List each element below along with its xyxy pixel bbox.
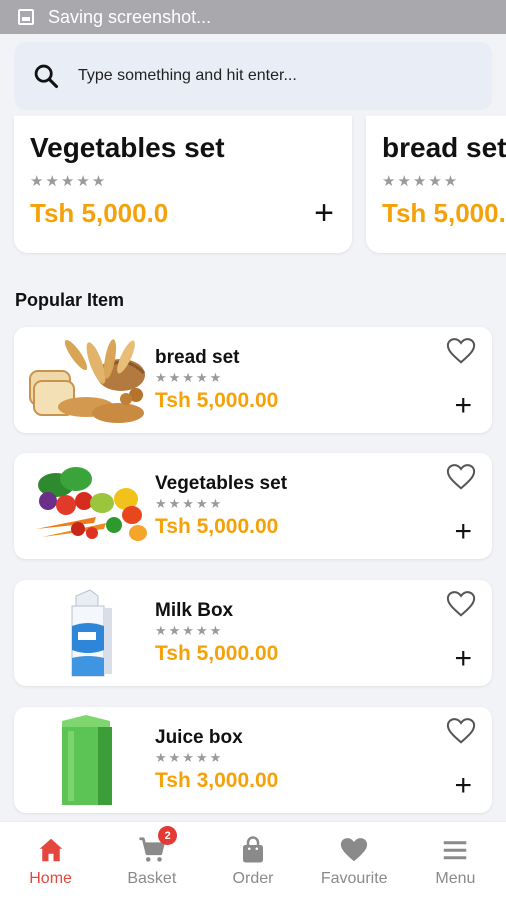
rating-stars: ★★★★★ bbox=[30, 173, 108, 190]
search-bar[interactable] bbox=[14, 42, 492, 110]
featured-carousel[interactable]: Vegetables set ★★★★★ Tsh 5,000.0 + bread… bbox=[0, 116, 506, 256]
bag-icon bbox=[243, 836, 263, 863]
add-to-cart-button[interactable]: + bbox=[454, 391, 472, 421]
home-icon bbox=[39, 838, 62, 862]
list-item[interactable]: Vegetables set ★★★★★ Tsh 5,000.00 + bbox=[14, 453, 492, 559]
add-to-cart-button[interactable]: + bbox=[454, 517, 472, 547]
menu-icon bbox=[444, 841, 467, 860]
add-to-cart-button[interactable]: + bbox=[454, 771, 472, 801]
search-input[interactable] bbox=[78, 67, 458, 85]
item-price: Tsh 3,000.00 bbox=[155, 769, 279, 792]
featured-card[interactable]: Vegetables set ★★★★★ Tsh 5,000.0 + bbox=[14, 116, 352, 253]
item-name: Juice box bbox=[155, 727, 243, 748]
list-item[interactable]: Milk Box ★★★★★ Tsh 5,000.00 + bbox=[14, 580, 492, 686]
item-price: Tsh 5,000.00 bbox=[155, 515, 279, 538]
rating-stars: ★★★★★ bbox=[155, 750, 224, 765]
nav-label: Menu bbox=[435, 870, 476, 887]
nav-label: Basket bbox=[127, 870, 177, 887]
rating-stars: ★★★★★ bbox=[155, 623, 224, 638]
favourite-heart-icon[interactable] bbox=[446, 590, 476, 618]
rating-stars: ★★★★★ bbox=[382, 173, 460, 190]
item-name: Vegetables set bbox=[155, 473, 288, 494]
nav-favourite[interactable]: Favourite bbox=[304, 822, 405, 900]
list-item[interactable]: Juice box ★★★★★ Tsh 3,000.00 + bbox=[14, 707, 492, 813]
screenshot-icon bbox=[18, 9, 34, 25]
featured-name: Vegetables set bbox=[30, 132, 225, 163]
favourite-heart-icon[interactable] bbox=[446, 337, 476, 365]
rating-stars: ★★★★★ bbox=[155, 496, 224, 511]
nav-home[interactable]: Home bbox=[0, 822, 101, 900]
item-name: bread set bbox=[155, 347, 240, 368]
nav-menu[interactable]: Menu bbox=[405, 822, 506, 900]
nav-order[interactable]: Order bbox=[202, 822, 303, 900]
section-title: Popular Item bbox=[15, 290, 125, 310]
favourite-heart-icon[interactable] bbox=[446, 463, 476, 491]
featured-name: bread set bbox=[382, 132, 506, 163]
rating-stars: ★★★★★ bbox=[155, 370, 224, 385]
item-price: Tsh 5,000.00 bbox=[155, 642, 279, 665]
featured-price: Tsh 5,000.0 bbox=[382, 198, 506, 228]
bread-image bbox=[29, 339, 146, 423]
featured-price: Tsh 5,000.0 bbox=[30, 198, 169, 228]
bottom-navigation: Home 2 Basket Order Favourite Menu bbox=[0, 821, 506, 900]
cart-count-badge: 2 bbox=[158, 826, 178, 845]
milk-box-image bbox=[71, 589, 112, 677]
nav-label: Home bbox=[29, 870, 72, 887]
item-price: Tsh 5,000.00 bbox=[155, 389, 279, 412]
vegetables-image bbox=[36, 467, 147, 541]
featured-card[interactable]: bread set ★★★★★ Tsh 5,000.0 + bbox=[366, 116, 506, 253]
add-to-cart-button[interactable]: + bbox=[454, 644, 472, 674]
search-icon[interactable] bbox=[32, 62, 60, 90]
juice-box-image bbox=[62, 715, 112, 805]
add-to-cart-button[interactable]: + bbox=[314, 196, 334, 230]
favourite-heart-icon[interactable] bbox=[446, 717, 476, 745]
nav-label: Order bbox=[232, 870, 274, 887]
heart-icon bbox=[341, 838, 368, 862]
nav-label: Favourite bbox=[320, 870, 388, 887]
status-text: Saving screenshot... bbox=[48, 6, 212, 27]
item-name: Milk Box bbox=[155, 600, 234, 621]
nav-basket[interactable]: 2 Basket bbox=[101, 822, 202, 900]
list-item[interactable]: bread set ★★★★★ Tsh 5,000.00 + bbox=[14, 327, 492, 433]
status-bar: Saving screenshot... bbox=[0, 0, 506, 34]
